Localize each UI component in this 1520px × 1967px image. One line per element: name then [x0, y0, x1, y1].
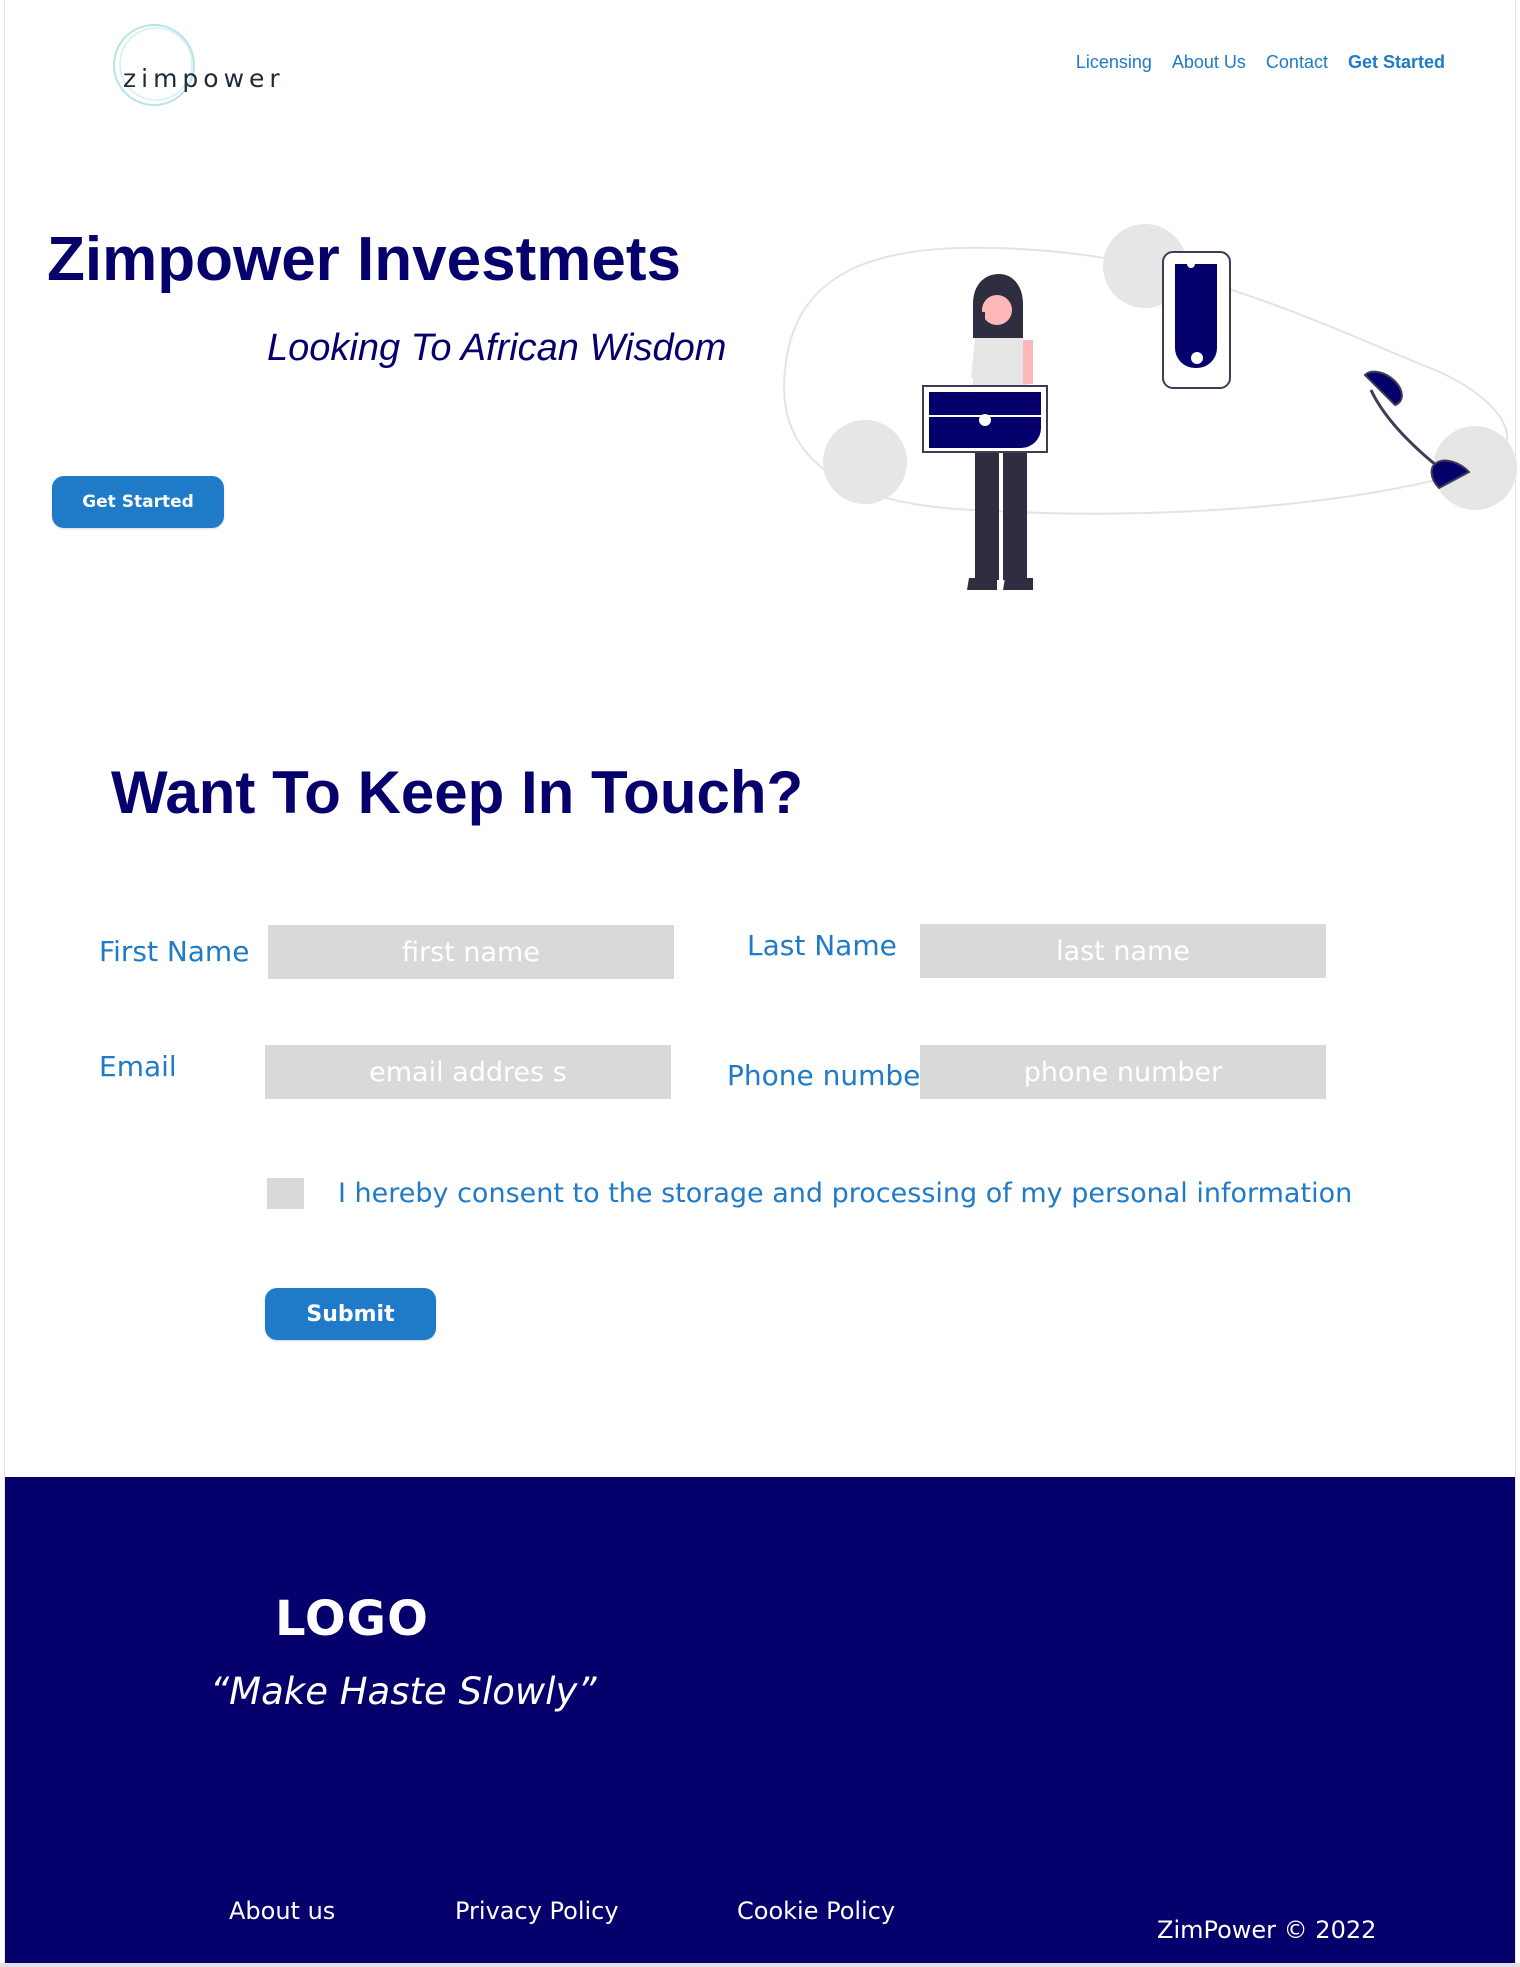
- page: zimpower Licensing About Us Contact Get …: [4, 0, 1517, 1963]
- envelope-icon: [922, 385, 1048, 453]
- hero-subtitle: Looking To African Wisdom: [267, 327, 727, 369]
- decor-circle-left: [823, 420, 907, 504]
- footer-copyright: ZimPower © 2022: [1157, 1916, 1377, 1944]
- site-footer: LOGO “Make Haste Slowly” About us Privac…: [5, 1477, 1515, 1963]
- contact-form-title: Want To Keep In Touch?: [111, 759, 804, 826]
- footer-link-privacy-policy[interactable]: Privacy Policy: [455, 1899, 619, 1923]
- logo-text: zimpower: [123, 64, 285, 93]
- page-bottom-divider: [0, 1963, 1520, 1967]
- footer-link-about-us[interactable]: About us: [229, 1899, 335, 1923]
- email-label: Email: [99, 1050, 177, 1083]
- footer-logo: LOGO: [275, 1591, 429, 1647]
- phone-number-input[interactable]: [920, 1045, 1326, 1099]
- submit-button[interactable]: Submit: [265, 1288, 436, 1340]
- footer-tagline: “Make Haste Slowly”: [210, 1670, 597, 1713]
- nav-about-us[interactable]: About Us: [1172, 52, 1246, 73]
- footer-link-cookie-policy[interactable]: Cookie Policy: [737, 1899, 895, 1923]
- hero-get-started-button[interactable]: Get Started: [52, 476, 224, 528]
- main-nav: Licensing About Us Contact Get Started: [1056, 52, 1445, 73]
- phone-number-label: Phone number: [727, 1059, 932, 1092]
- nav-get-started[interactable]: Get Started: [1348, 52, 1445, 73]
- first-name-input[interactable]: [268, 925, 674, 979]
- first-name-label: First Name: [99, 935, 250, 968]
- consent-label: I hereby consent to the storage and proc…: [338, 1178, 1353, 1209]
- consent-checkbox[interactable]: [267, 1178, 304, 1209]
- contact-illustration: [783, 224, 1517, 590]
- nav-contact[interactable]: Contact: [1266, 52, 1328, 73]
- last-name-input[interactable]: [920, 924, 1326, 978]
- nav-licensing[interactable]: Licensing: [1076, 52, 1152, 73]
- telephone-handset-icon: [1363, 370, 1471, 490]
- smartphone-icon: [1162, 251, 1231, 389]
- site-logo[interactable]: zimpower: [103, 18, 303, 114]
- hero-title: Zimpower Investmets: [47, 225, 681, 294]
- last-name-label: Last Name: [747, 929, 897, 962]
- email-input[interactable]: [265, 1045, 671, 1099]
